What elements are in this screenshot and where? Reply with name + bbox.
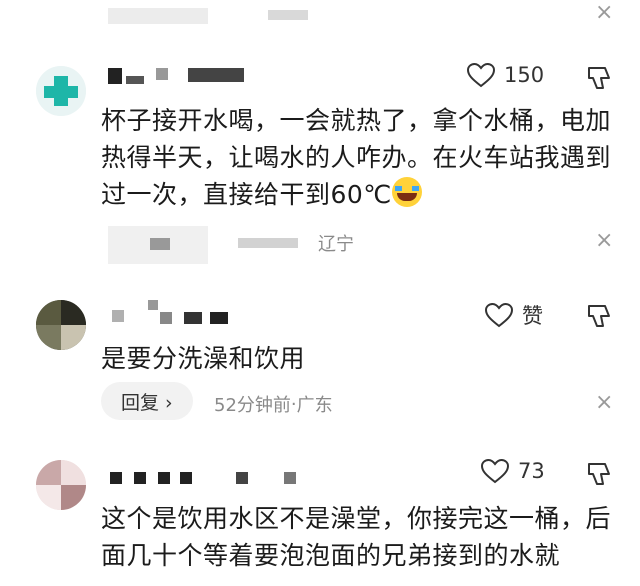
comment-text: 是要分洗澡和饮用 [101, 344, 306, 373]
avatar-image [36, 66, 86, 116]
avatar-image [36, 460, 86, 510]
close-icon[interactable]: × [595, 392, 613, 414]
dislike-icon[interactable] [585, 460, 613, 488]
like-button[interactable]: 赞 [484, 300, 543, 330]
like-button[interactable]: 150 [466, 62, 544, 88]
username-blurred[interactable] [108, 300, 248, 324]
dislike-icon[interactable] [585, 302, 613, 330]
comment-meta: 52分钟前 · 广东 [214, 391, 333, 417]
blurred-meta-top [108, 8, 208, 24]
close-icon[interactable]: × [595, 230, 613, 252]
avatar[interactable] [36, 66, 86, 116]
heart-icon [484, 302, 514, 328]
blurred-meta-top-2 [268, 10, 308, 20]
close-icon[interactable]: × [595, 2, 613, 24]
comment-text: 杯子接开水喝，一会就热了，拿个水桶，电加热得半天，让喝水的人咋办。在火车站我遇到… [101, 106, 612, 209]
avatar-image [36, 300, 86, 350]
like-button[interactable]: 73 [480, 458, 545, 484]
like-count: 73 [518, 459, 545, 483]
like-count: 150 [504, 63, 545, 87]
comment-text: 这个是饮用水区不是澡堂，你接完这一桶，后面几十个等着要泡泡面的兄弟接到的水就 [101, 504, 612, 570]
avatar[interactable] [36, 300, 86, 350]
username-blurred[interactable] [108, 470, 308, 484]
avatar[interactable] [36, 460, 86, 510]
laughing-crying-emoji-icon [391, 177, 422, 207]
meta-location: 辽宁 [318, 234, 354, 255]
heart-icon [480, 458, 510, 484]
meta-location: 广东 [296, 395, 333, 416]
like-count: 赞 [522, 304, 543, 328]
meta-time: 52分钟前 [214, 395, 291, 416]
heart-icon [466, 62, 496, 88]
username-blurred[interactable] [108, 68, 248, 84]
dislike-icon[interactable] [585, 64, 613, 92]
reply-button[interactable]: 回复 › [101, 382, 193, 420]
